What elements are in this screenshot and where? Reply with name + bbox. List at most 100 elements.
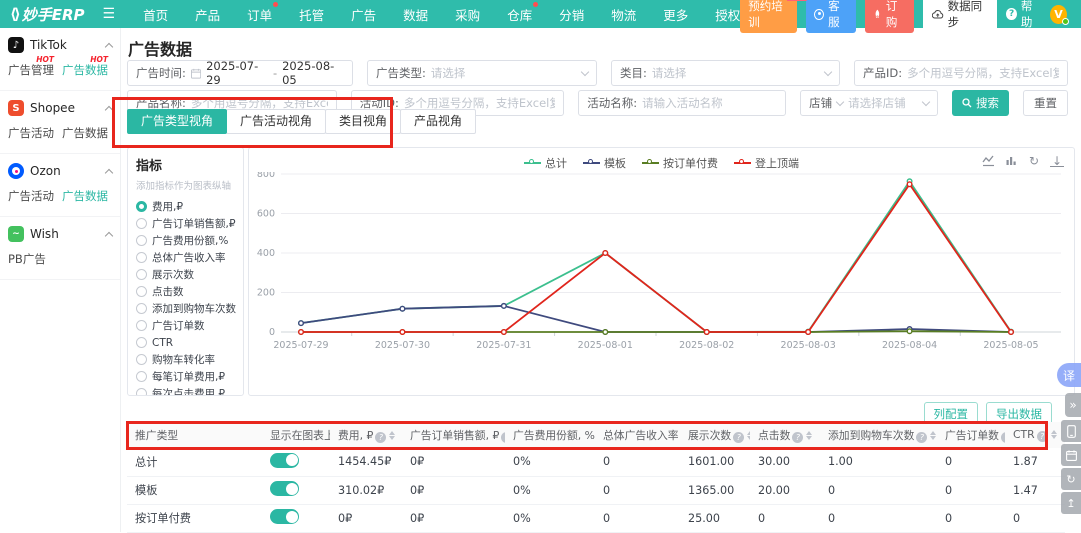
ad-type-select[interactable]: 广告类型: 请选择 <box>367 60 597 86</box>
col-ctr[interactable]: CTR? <box>1005 422 1065 448</box>
hot-badge: HOT <box>36 55 54 64</box>
service-button[interactable]: 客服 <box>806 0 856 33</box>
metric-option-add-to-cart[interactable]: 添加到购物车次数 <box>136 300 235 317</box>
metric-option-cost-per-order[interactable]: 每笔订单费用,₽ <box>136 368 235 385</box>
metric-option-ad-cost-share[interactable]: 广告费用份额,% <box>136 232 235 249</box>
nav-item-home[interactable]: 首页 <box>143 5 168 24</box>
col-ad-cost-share[interactable]: 广告费用份额, %? <box>505 422 595 448</box>
nav-item-data[interactable]: 数据 <box>403 5 428 24</box>
sidebar-item-tiktok-ad-data[interactable]: 广告数据 HOT <box>60 62 114 78</box>
metric-option-ad-order-sales[interactable]: 广告订单销售额,₽ <box>136 215 235 232</box>
sidebar-item-ozon-ad-data[interactable]: 广告数据 <box>60 188 114 204</box>
metric-option-impressions[interactable]: 展示次数 <box>136 266 235 283</box>
sidebar-item-ozon-ad-campaign[interactable]: 广告活动 <box>6 188 60 204</box>
sidebar-item-wish-pb-ads[interactable]: PB广告 <box>6 251 60 267</box>
data-sync-button[interactable]: 数据同步 <box>923 0 997 34</box>
refresh-icon[interactable]: ↻ <box>1027 154 1041 168</box>
col-ad-order-sales[interactable]: 广告订单销售额, ₽? <box>402 422 505 448</box>
svg-text:800: 800 <box>257 172 275 180</box>
nav-item-distribution[interactable]: 分销 <box>559 5 584 24</box>
nav-item-orders[interactable]: 订单 <box>247 5 272 24</box>
nav-item-more[interactable]: 更多 <box>663 5 688 24</box>
nav-item-products[interactable]: 产品 <box>195 5 220 24</box>
ad-time-filter[interactable]: 广告时间: 2025-07-29 - 2025-08-05 <box>127 60 353 86</box>
campaign-id-input[interactable] <box>404 96 555 110</box>
legend-item[interactable]: 模板 <box>583 155 626 171</box>
metric-option-overall-ad-revenue-rate[interactable]: 总体广告收入率 <box>136 249 235 266</box>
training-button[interactable]: 预约培训 免费 <box>740 0 797 33</box>
product-name-input[interactable] <box>191 96 328 110</box>
sidebar-item-tiktok-ad-manage[interactable]: 广告管理 HOT <box>6 62 60 78</box>
sidebar: ♪ TikTok 广告管理 HOT 广告数据 HOT S Shopee 广告活动… <box>0 28 121 532</box>
expand-chevron-tab[interactable]: » <box>1065 393 1081 417</box>
upload-widget-icon[interactable]: ↥ <box>1061 492 1081 514</box>
avatar[interactable]: V <box>1050 5 1067 24</box>
radio-icon <box>136 303 147 314</box>
download-icon[interactable]: ↓ <box>1050 155 1064 167</box>
tab-product-view[interactable]: 产品视角 <box>400 109 476 134</box>
col-ad-orders[interactable]: 广告订单数? <box>937 422 1005 448</box>
nav-item-ads[interactable]: 广告 <box>351 5 376 24</box>
sort-icon[interactable] <box>389 431 395 441</box>
legend-marker-icon <box>583 162 600 164</box>
legend-item[interactable]: 总计 <box>524 155 567 171</box>
col-promo-type: 推广类型 <box>127 422 262 448</box>
nav-item-logistics[interactable]: 物流 <box>611 5 636 24</box>
col-clicks[interactable]: 点击数? <box>750 422 820 448</box>
sort-icon[interactable] <box>930 431 936 441</box>
tab-category-view[interactable]: 类目视角 <box>325 109 401 134</box>
tab-ad-campaign-view[interactable]: 广告活动视角 <box>226 109 326 134</box>
col-cost[interactable]: 费用, ₽? <box>330 422 402 448</box>
shop-select[interactable]: 店铺 请选择店铺 <box>800 90 938 116</box>
reset-button[interactable]: 重置 <box>1023 90 1068 116</box>
tab-ad-type-view[interactable]: 广告类型视角 <box>127 109 227 134</box>
show-on-chart-toggle[interactable] <box>270 481 299 496</box>
metric-option-cost[interactable]: 费用,₽ <box>136 198 235 215</box>
sidebar-item-shopee-ad-campaign[interactable]: 广告活动 <box>6 125 60 141</box>
order-button[interactable]: 订购 <box>865 0 914 33</box>
date-to[interactable]: 2025-08-05 <box>282 60 344 86</box>
info-icon: ? <box>916 432 927 443</box>
sort-icon[interactable] <box>806 431 812 441</box>
translate-button[interactable]: 译 <box>1057 363 1081 387</box>
nav-item-hosting[interactable]: 托管 <box>299 5 324 24</box>
col-impressions[interactable]: 展示次数? <box>680 422 750 448</box>
app-logo[interactable]: ⟨⟩ 妙手ERP ☰ <box>0 4 115 25</box>
sort-icon[interactable] <box>1051 430 1057 440</box>
col-add-to-cart[interactable]: 添加到购物车次数? <box>820 422 937 448</box>
campaign-name-input[interactable] <box>642 96 777 110</box>
sidebar-group-header-ozon[interactable]: Ozon <box>0 154 120 186</box>
main-content: 广告数据 广告时间: 2025-07-29 - 2025-08-05 广告类型:… <box>121 28 1081 532</box>
search-button[interactable]: 搜索 <box>952 90 1009 116</box>
sort-icon[interactable] <box>747 431 750 441</box>
help-button[interactable]: ? 帮助 <box>1006 0 1041 30</box>
product-id-input[interactable] <box>907 66 1059 80</box>
category-select[interactable]: 类目: 请选择 <box>611 60 840 86</box>
hamburger-icon[interactable]: ☰ <box>103 6 116 22</box>
metric-option-cart-conversion[interactable]: 购物车转化率 <box>136 351 235 368</box>
date-from[interactable]: 2025-07-29 <box>206 60 268 86</box>
metric-option-cost-per-click[interactable]: 每次点击费用,₽ <box>136 385 235 396</box>
nav-item-purchase[interactable]: 采购 <box>455 5 480 24</box>
nav-item-authorization[interactable]: 授权 <box>715 5 740 24</box>
legend-item[interactable]: 登上顶端 <box>734 155 799 171</box>
show-on-chart-toggle[interactable] <box>270 509 299 524</box>
nav-item-warehouse[interactable]: 仓库 <box>507 5 532 24</box>
metric-option-ctr[interactable]: CTR <box>136 334 235 351</box>
show-on-chart-toggle[interactable] <box>270 453 299 468</box>
legend-item[interactable]: 按订单付费 <box>642 155 718 171</box>
chevron-down-icon <box>922 97 930 105</box>
mobile-icon[interactable] <box>1061 420 1081 442</box>
line-chart-icon[interactable] <box>981 154 995 168</box>
refresh-widget-icon[interactable]: ↻ <box>1061 468 1081 490</box>
sidebar-item-shopee-ad-data[interactable]: 广告数据 <box>60 125 114 141</box>
bar-chart-icon[interactable] <box>1004 154 1018 168</box>
notification-dot <box>273 2 278 7</box>
sidebar-group-header-shopee[interactable]: S Shopee <box>0 91 120 123</box>
sidebar-group-header-wish[interactable]: ∼ Wish <box>0 217 120 249</box>
metric-option-clicks[interactable]: 点击数 <box>136 283 235 300</box>
calendar-widget-icon[interactable] <box>1061 444 1081 466</box>
wish-icon: ∼ <box>8 226 24 242</box>
col-overall-ad-revenue-rate[interactable]: 总体广告收入率? <box>595 422 680 448</box>
metric-option-ad-orders[interactable]: 广告订单数 <box>136 317 235 334</box>
